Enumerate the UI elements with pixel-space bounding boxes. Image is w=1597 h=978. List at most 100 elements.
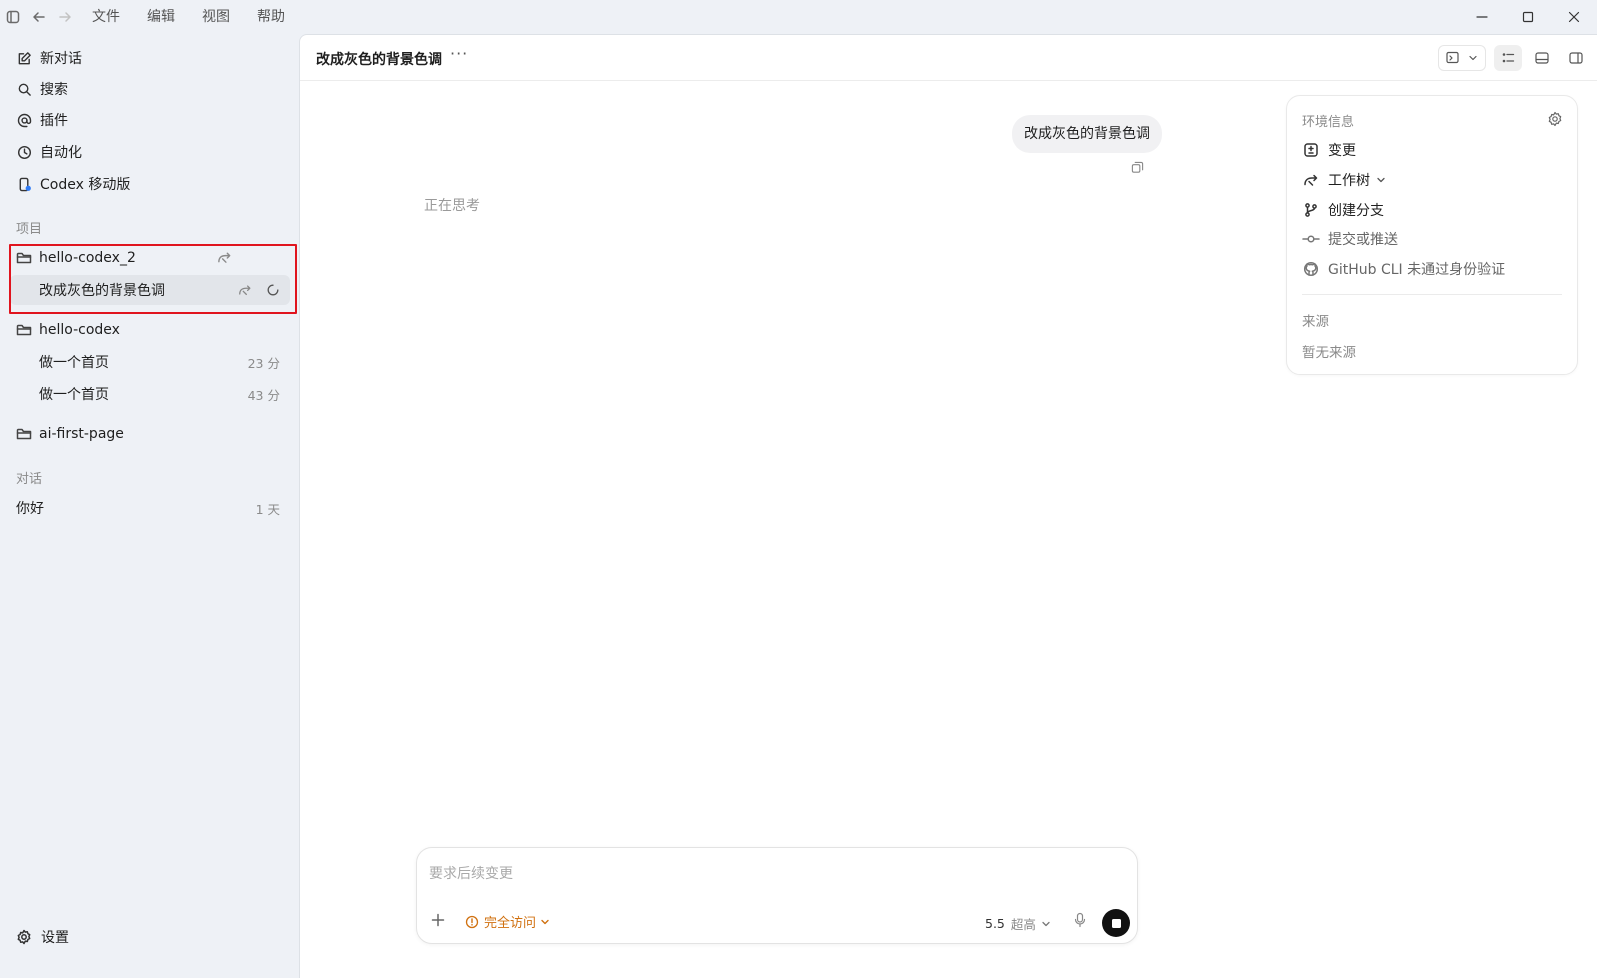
sidebar-item-label: 自动化: [40, 145, 82, 161]
project-name: hello-codex: [39, 322, 120, 338]
list-icon: [1501, 51, 1515, 65]
source-section-label: 来源: [1302, 314, 1329, 330]
microphone-button[interactable]: [1073, 912, 1087, 928]
selection-highlight-box: [9, 244, 297, 314]
sidebar-search[interactable]: 搜索: [16, 77, 68, 101]
project-hello-codex[interactable]: hello-codex: [10, 315, 290, 345]
thread-title: 做一个首页: [39, 355, 109, 371]
projects-section-label: 项目: [16, 222, 43, 237]
settings-label: 设置: [41, 930, 69, 946]
github-icon: [1302, 260, 1320, 278]
back-arrow-icon[interactable]: [26, 0, 52, 34]
page-title: 改成灰色的背景色调: [316, 52, 442, 68]
chats-section-label: 对话: [16, 472, 43, 487]
env-worktree[interactable]: 工作树: [1302, 169, 1386, 191]
thread-homepage-2[interactable]: 做一个首页 43 分: [10, 379, 290, 409]
chat-time: 1 天: [255, 501, 280, 517]
chevron-down-icon: [1041, 919, 1051, 929]
sidebar-item-label: Codex 移动版: [40, 177, 131, 193]
sidebar-automation[interactable]: 自动化: [16, 140, 82, 164]
menu-edit[interactable]: 编辑: [147, 0, 175, 34]
add-attachment-button[interactable]: [430, 912, 446, 928]
model-selector[interactable]: 5.5 超高: [985, 914, 1051, 933]
open-in-editor-button[interactable]: [1438, 45, 1486, 71]
copy-icon[interactable]: [1131, 161, 1144, 174]
thread-time: 23 分: [247, 355, 280, 371]
thread-title: 做一个首页: [39, 387, 109, 403]
env-github-cli[interactable]: GitHub CLI 未通过身份验证: [1302, 258, 1505, 280]
stop-button[interactable]: [1102, 909, 1130, 937]
chevron-down-icon: [1376, 175, 1386, 185]
thread-time: 43 分: [247, 387, 280, 403]
sidebar-item-label: 搜索: [40, 82, 68, 98]
env-changes[interactable]: 变更: [1302, 139, 1356, 161]
thread-homepage-1[interactable]: 做一个首页 23 分: [10, 347, 290, 377]
env-item-label: GitHub CLI 未通过身份验证: [1328, 262, 1506, 278]
project-name: ai-first-page: [39, 426, 124, 442]
panel-bottom-icon: [1535, 51, 1549, 65]
model-version: 5.5: [985, 916, 1005, 931]
at-icon: [16, 112, 32, 128]
gear-icon: [16, 929, 32, 945]
divider: [1302, 294, 1562, 295]
menu-view[interactable]: 视图: [202, 0, 230, 34]
env-commit-push[interactable]: 提交或推送: [1302, 228, 1398, 250]
diff-icon: [1302, 141, 1320, 159]
commit-icon: [1302, 230, 1320, 248]
maximize-icon[interactable]: [1505, 0, 1551, 34]
composer-input[interactable]: 要求后续变更: [429, 863, 513, 883]
reasoning-effort: 超高: [1010, 917, 1036, 932]
phone-icon: [16, 176, 32, 192]
menu-file[interactable]: 文件: [92, 0, 120, 34]
env-create-branch[interactable]: 创建分支: [1302, 199, 1384, 221]
stop-icon: [1111, 918, 1121, 928]
right-panel-toggle[interactable]: [1562, 45, 1590, 71]
chat-hello[interactable]: 你好 1 天: [10, 493, 290, 523]
access-mode-dropdown[interactable]: 完全访问: [465, 912, 550, 931]
source-empty-text: 暂无来源: [1302, 345, 1356, 361]
user-message-bubble: 改成灰色的背景色调: [1012, 115, 1162, 153]
main-header: 改成灰色的背景色调 ···: [300, 35, 1597, 81]
env-item-label: 创建分支: [1328, 203, 1384, 219]
env-item-label: 提交或推送: [1328, 232, 1398, 248]
close-icon[interactable]: [1551, 0, 1597, 34]
menu-bar: 文件 编辑 视图 帮助: [92, 0, 312, 34]
main-panel: 改成灰色的背景色调 ··· 改成灰色的背景色调 正在思考 环境信息 变更 工作树: [299, 34, 1597, 978]
sidebar-toggle-icon[interactable]: [0, 0, 26, 34]
sidebar-new-chat[interactable]: 新对话: [16, 46, 82, 70]
microphone-icon: [1073, 912, 1087, 928]
chat-title: 你好: [16, 501, 44, 517]
message-composer[interactable]: 要求后续变更 完全访问 5.5 超高: [416, 847, 1138, 944]
minimize-icon[interactable]: [1459, 0, 1505, 34]
panel-right-icon: [1569, 51, 1583, 65]
menu-help[interactable]: 帮助: [257, 0, 285, 34]
env-item-label: 工作树: [1328, 173, 1370, 189]
title-bar: 文件 编辑 视图 帮助: [0, 0, 1597, 34]
sidebar-codex-mobile[interactable]: Codex 移动版: [16, 172, 130, 196]
chevron-down-icon: [540, 917, 550, 927]
worktree-icon: [1302, 171, 1320, 189]
env-panel-toggle[interactable]: [1494, 45, 1522, 71]
project-ai-first-page[interactable]: ai-first-page: [10, 419, 290, 449]
thinking-status: 正在思考: [424, 198, 480, 214]
sidebar-item-label: 新对话: [40, 51, 82, 67]
warning-circle-icon: [465, 915, 479, 929]
more-options-button[interactable]: ···: [450, 44, 468, 63]
sidebar: 新对话 搜索 插件 自动化 Codex 移动版 项目 hello-codex_2…: [0, 34, 299, 978]
environment-panel: 环境信息 变更 工作树 创建分支 提交或推送 GitHub CLI 未通过身份验…: [1286, 95, 1578, 375]
bottom-panel-toggle[interactable]: [1528, 45, 1556, 71]
search-icon: [16, 81, 32, 97]
folder-icon: [16, 426, 32, 442]
gear-icon[interactable]: [1547, 111, 1563, 127]
window-controls: [1459, 0, 1597, 34]
env-item-label: 变更: [1328, 143, 1356, 159]
sidebar-item-label: 插件: [40, 113, 68, 129]
editor-icon: [1446, 51, 1462, 65]
clock-icon: [16, 144, 32, 160]
settings-button[interactable]: 设置: [16, 927, 69, 947]
folder-icon: [16, 322, 32, 338]
sidebar-plugins[interactable]: 插件: [16, 108, 68, 132]
forward-arrow-icon[interactable]: [52, 0, 78, 34]
edit-icon: [16, 50, 32, 66]
chevron-down-icon: [1468, 53, 1478, 63]
